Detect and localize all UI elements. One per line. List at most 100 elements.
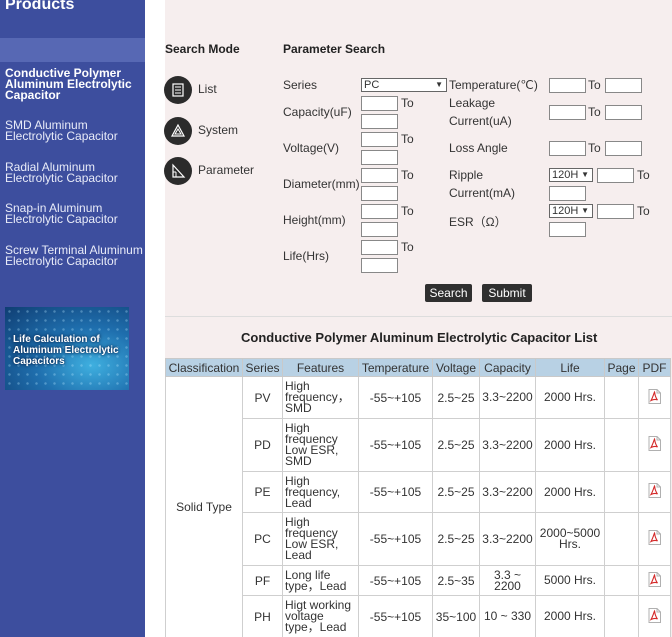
esr-frequency-value: 120H — [552, 205, 579, 217]
esr-to-label: To — [637, 204, 650, 218]
search-button[interactable]: Search — [425, 284, 472, 302]
feature-line: Lead — [285, 495, 312, 510]
list-mode-icon[interactable] — [164, 76, 192, 104]
temperature-min-input[interactable] — [549, 78, 586, 93]
features-cell: Higt working voltage type，Lead — [282, 595, 359, 637]
pdf-icon[interactable] — [648, 571, 661, 587]
dropdown-arrow-icon: ▼ — [435, 80, 443, 89]
features-cell: Long life type，Lead — [282, 565, 359, 596]
pdf-icon[interactable] — [648, 530, 661, 545]
series-cell[interactable]: PD — [242, 418, 283, 472]
col-life: Life — [535, 358, 605, 377]
loss-angle-max-input[interactable] — [605, 141, 642, 156]
leakage-label-line2: Current(uA) — [449, 114, 512, 128]
system-mode-label[interactable]: System — [198, 123, 238, 137]
life-line: 2000 Hrs. — [543, 484, 597, 499]
series-cell[interactable]: PF — [242, 565, 283, 596]
sidebar-item-smd-aluminum[interactable]: SMD Aluminum Electrolytic Capacitor — [5, 119, 143, 142]
life-cell: 2000 Hrs. — [535, 418, 605, 472]
voltage-max-input[interactable] — [361, 150, 398, 165]
parameter-mode-icon[interactable] — [164, 157, 192, 185]
temperature-label: Temperature(℃) — [449, 78, 538, 92]
ripple-to-label: To — [637, 168, 650, 182]
sidebar-item-snap-in-aluminum[interactable]: Snap-in Aluminum Electrolytic Capacitor — [5, 202, 143, 225]
pdf-icon[interactable] — [648, 607, 661, 623]
content-left-strip — [145, 0, 165, 637]
pdf-icon[interactable] — [648, 436, 661, 451]
series-cell[interactable]: PC — [242, 512, 283, 566]
sidebar-item-radial-aluminum[interactable]: Radial Aluminum Electrolytic Capacitor — [5, 161, 143, 184]
feature-line: type，Lead — [285, 578, 347, 593]
series-select[interactable]: PC ▼ — [361, 78, 447, 92]
temperature-to-label: To — [588, 78, 601, 92]
list-title: Conductive Polymer Aluminum Electrolytic… — [241, 330, 598, 345]
sidebar-item-screw-terminal[interactable]: Screw Terminal Aluminum Electrolytic Cap… — [5, 244, 143, 267]
capacitor-list-table: Classification Series Features Temperatu… — [165, 358, 671, 637]
temperature-cell: -55~+105 — [358, 512, 433, 566]
temperature-cell: -55~+105 — [358, 595, 433, 637]
esr-min-input[interactable] — [597, 204, 634, 219]
ripple-max-input[interactable] — [549, 186, 586, 201]
system-mode-icon[interactable] — [164, 117, 192, 145]
loss-angle-min-input[interactable] — [549, 141, 586, 156]
page-cell — [604, 512, 639, 566]
ripple-min-input[interactable] — [597, 168, 634, 183]
voltage-to-label: To — [401, 132, 414, 146]
series-select-value: PC — [364, 79, 380, 91]
capacity-cell: 3.3~2200 — [479, 471, 536, 513]
capacity-max-input[interactable] — [361, 114, 398, 129]
capacity-min-input[interactable] — [361, 96, 398, 111]
pdf-icon[interactable] — [648, 388, 661, 404]
height-to-label: To — [401, 204, 414, 218]
life-min-input[interactable] — [361, 240, 398, 255]
pdf-cell — [638, 512, 671, 566]
page-cell — [604, 595, 639, 637]
esr-max-input[interactable] — [549, 222, 586, 237]
banner-text: Life Calculation of Aluminum Electrolyti… — [13, 334, 119, 367]
sidebar-band — [0, 38, 145, 62]
pdf-cell — [638, 565, 671, 596]
pdf-cell — [638, 418, 671, 472]
temperature-max-input[interactable] — [605, 78, 642, 93]
leakage-max-input[interactable] — [605, 105, 642, 120]
parameter-mode-label[interactable]: Parameter — [198, 163, 254, 177]
capacity-to-label: To — [401, 96, 414, 110]
life-max-input[interactable] — [361, 258, 398, 273]
main-content: Search Mode Parameter Search List System… — [145, 0, 672, 637]
life-to-label: To — [401, 240, 414, 254]
life-calculation-banner[interactable]: Life Calculation of Aluminum Electrolyti… — [5, 307, 129, 390]
dropdown-arrow-icon: ▼ — [581, 206, 589, 215]
diameter-min-input[interactable] — [361, 168, 398, 183]
life-cell: 2000 Hrs. — [535, 376, 605, 419]
ripple-frequency-select[interactable]: 120H ▼ — [549, 168, 593, 182]
sidebar-title: Products — [5, 0, 75, 13]
series-cell[interactable]: PH — [242, 595, 283, 637]
features-cell: High frequency Low ESR, Lead — [282, 512, 359, 566]
esr-frequency-select[interactable]: 120H ▼ — [549, 204, 593, 218]
temperature-cell: -55~+105 — [358, 418, 433, 472]
height-min-input[interactable] — [361, 204, 398, 219]
diameter-label: Diameter(mm) — [283, 177, 360, 191]
submit-button[interactable]: Submit — [482, 284, 532, 302]
series-cell[interactable]: PE — [242, 471, 283, 513]
ripple-label-line1: Ripple — [449, 168, 484, 182]
voltage-cell: 2.5~35 — [432, 565, 480, 596]
voltage-label: Voltage(V) — [283, 141, 340, 155]
sidebar: Products Conductive Polymer Aluminum Ele… — [0, 0, 145, 637]
page-cell — [604, 471, 639, 513]
capacity-cell: 10 ~ 330 — [479, 595, 536, 637]
series-cell[interactable]: PV — [242, 376, 283, 419]
diameter-max-input[interactable] — [361, 186, 398, 201]
life-cell: 5000 Hrs. — [535, 565, 605, 596]
voltage-min-input[interactable] — [361, 132, 398, 147]
ripple-frequency-value: 120H — [552, 169, 579, 181]
esr-label: ESR（Ω） — [449, 215, 507, 229]
leakage-label-line1: Leakage — [449, 96, 496, 110]
height-max-input[interactable] — [361, 222, 398, 237]
leakage-min-input[interactable] — [549, 105, 586, 120]
sidebar-item-conductive-polymer[interactable]: Conductive Polymer Aluminum Electrolytic… — [5, 67, 143, 101]
temperature-cell: -55~+105 — [358, 471, 433, 513]
life-label: Life(Hrs) — [283, 249, 330, 263]
list-mode-label[interactable]: List — [198, 82, 217, 96]
pdf-icon[interactable] — [648, 483, 661, 498]
